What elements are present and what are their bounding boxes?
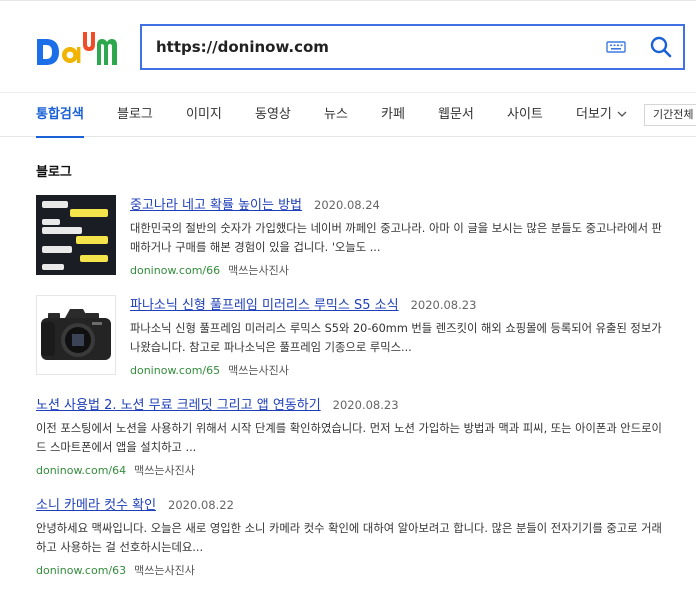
- result-thumbnail[interactable]: [36, 195, 116, 275]
- result-item: 중고나라 네고 확률 높이는 방법 2020.08.24 대한민국의 절반의 숫자…: [36, 195, 662, 277]
- tab-image[interactable]: 이미지: [186, 93, 222, 137]
- result-item: 소니 카메라 컷수 확인 2020.08.22 안녕하세요 맥싸입니다. 오늘은 …: [36, 495, 662, 577]
- result-item: 노션 사용법 2. 노션 무료 크레딧 그리고 앱 연동하기 2020.08.23…: [36, 395, 662, 477]
- period-filter[interactable]: 기간전체: [644, 104, 696, 126]
- section-title-blog: 블로그: [36, 165, 72, 180]
- result-title-link[interactable]: 노션 사용법 2. 노션 무료 크레딧 그리고 앱 연동하기: [36, 398, 321, 413]
- result-date: 2020.08.23: [332, 398, 399, 412]
- tab-more-label: 더보기: [576, 107, 612, 122]
- result-item: 파나소닉 신형 풀프레임 미러리스 루믹스 S5 소식 2020.08.23 파나…: [36, 295, 662, 377]
- result-description: 대한민국의 절반의 숫자가 가입했다는 네이버 까페인 중고나라. 아마 이 글…: [130, 222, 662, 254]
- result-url[interactable]: doninow.com/64: [36, 464, 126, 477]
- result-date: 2020.08.22: [168, 498, 234, 512]
- result-body: 노션 사용법 2. 노션 무료 크레딧 그리고 앱 연동하기 2020.08.23…: [36, 395, 662, 479]
- result-url[interactable]: doninow.com/66: [130, 264, 220, 277]
- result-description: 이전 포스팅에서 노션을 사용하기 위해서 시작 단계를 확인하였습니다. 먼저…: [36, 422, 662, 454]
- result-body: 파나소닉 신형 풀프레임 미러리스 루믹스 S5 소식 2020.08.23 파나…: [130, 295, 662, 379]
- camera-product-image: [37, 296, 115, 374]
- tab-web-document[interactable]: 웹문서: [438, 93, 474, 137]
- search-input[interactable]: [156, 26, 596, 68]
- chat-screenshot-image: [36, 195, 116, 275]
- search-tabs: 통합검색 블로그 이미지 동영상 뉴스 카페 웹문서 사이트 더보기 기간전체: [0, 92, 696, 138]
- result-title-link[interactable]: 중고나라 네고 확률 높이는 방법: [130, 198, 302, 213]
- result-title-link[interactable]: 소니 카메라 컷수 확인: [36, 498, 156, 513]
- tab-blog[interactable]: 블로그: [117, 93, 153, 137]
- result-author[interactable]: 맥쓰는사진사: [228, 364, 289, 377]
- result-title-link[interactable]: 파나소닉 신형 풀프레임 미러리스 루믹스 S5 소식: [130, 298, 399, 313]
- tab-news[interactable]: 뉴스: [324, 93, 348, 137]
- result-author[interactable]: 맥쓰는사진사: [134, 464, 195, 477]
- result-url[interactable]: doninow.com/63: [36, 564, 126, 577]
- result-author[interactable]: 맥쓰는사진사: [228, 264, 289, 277]
- search-box: [140, 24, 685, 70]
- tab-video[interactable]: 동영상: [255, 93, 291, 137]
- search-button[interactable]: [648, 34, 674, 60]
- tab-site[interactable]: 사이트: [507, 93, 543, 137]
- tab-integrated-search[interactable]: 통합검색: [36, 93, 84, 138]
- search-icon: [650, 36, 672, 58]
- result-description: 안녕하세요 맥싸입니다. 오늘은 새로 영입한 소니 카메라 컷수 확인에 대하…: [36, 522, 662, 554]
- tab-more[interactable]: 더보기: [576, 93, 627, 137]
- result-body: 중고나라 네고 확률 높이는 방법 2020.08.24 대한민국의 절반의 숫자…: [130, 195, 662, 279]
- result-author[interactable]: 맥쓰는사진사: [134, 564, 195, 577]
- keyboard-icon[interactable]: [606, 39, 626, 55]
- chevron-down-icon: [617, 111, 627, 117]
- daum-logo[interactable]: [36, 31, 122, 67]
- header: [0, 1, 696, 92]
- tab-cafe[interactable]: 카페: [381, 93, 405, 137]
- result-thumbnail[interactable]: [36, 295, 116, 375]
- result-body: 소니 카메라 컷수 확인 2020.08.22 안녕하세요 맥싸입니다. 오늘은 …: [36, 495, 662, 579]
- result-date: 2020.08.24: [314, 198, 380, 212]
- result-url[interactable]: doninow.com/65: [130, 364, 220, 377]
- result-date: 2020.08.23: [410, 298, 477, 312]
- result-description: 파나소닉 신형 풀프레임 미러리스 루믹스 S5와 20-60mm 번들 렌즈킷…: [130, 322, 662, 354]
